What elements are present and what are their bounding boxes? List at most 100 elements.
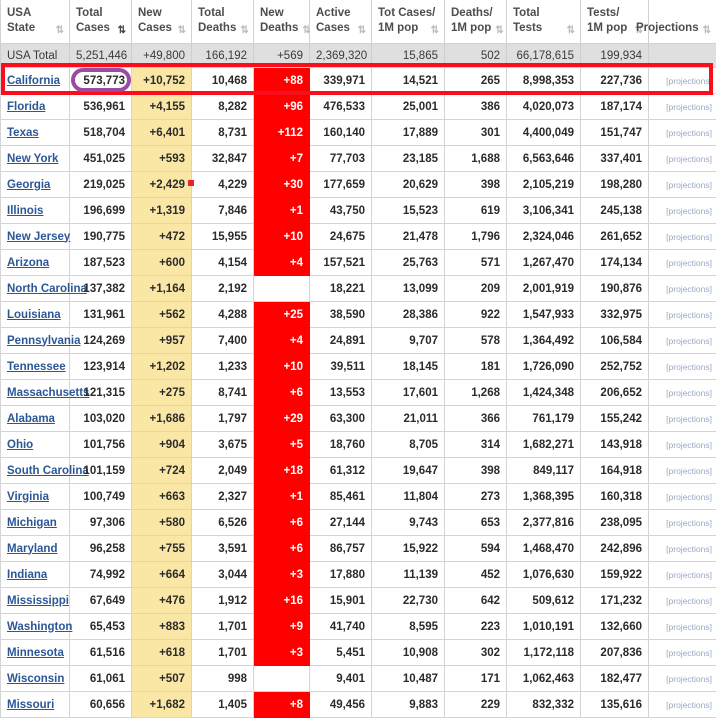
projections-link[interactable]: [projections]	[666, 388, 712, 398]
projections-link[interactable]: [projections]	[666, 154, 712, 164]
projections-link[interactable]: [projections]	[666, 180, 712, 190]
cell-totcases: 60,656	[70, 692, 132, 718]
sort-both-icon[interactable]: ⇅	[240, 25, 247, 36]
cell-projections: [projections]	[649, 198, 716, 224]
column-header-totcases[interactable]: TotalCases⇅	[70, 0, 132, 44]
column-header-line2: State	[7, 21, 35, 36]
state-link[interactable]: Maryland	[7, 543, 58, 555]
cell-totdeaths: 1,701	[192, 614, 254, 640]
state-link[interactable]: Ohio	[7, 439, 33, 451]
cell-projections: [projections]	[649, 406, 716, 432]
state-link[interactable]: Alabama	[7, 413, 55, 425]
cell-deaths1m: 452	[445, 562, 507, 588]
projections-link[interactable]: [projections]	[666, 310, 712, 320]
state-link[interactable]: South Carolina	[7, 465, 89, 477]
cell-newcases: +472	[132, 224, 192, 250]
cell-tests1m: 171,232	[581, 588, 649, 614]
state-link[interactable]: Missouri	[7, 699, 54, 711]
state-link[interactable]: New York	[7, 153, 58, 165]
cell-cases1m: 10,908	[372, 640, 445, 666]
sort-both-icon[interactable]: ⇅	[358, 25, 365, 36]
cell-totcases: 67,649	[70, 588, 132, 614]
cell-active: 41,740	[310, 614, 372, 640]
projections-link[interactable]: [projections]	[666, 700, 712, 710]
column-header-line1: Total	[76, 6, 125, 21]
cell-cases1m: 15,922	[372, 536, 445, 562]
column-header-newcases[interactable]: NewCases⇅	[132, 0, 192, 44]
state-link[interactable]: Tennessee	[7, 361, 66, 373]
state-link[interactable]: Washington	[7, 621, 72, 633]
projections-link[interactable]: [projections]	[666, 466, 712, 476]
projections-link[interactable]: [projections]	[666, 362, 712, 372]
sort-both-icon[interactable]: ⇅	[178, 25, 185, 36]
state-link[interactable]: Minnesota	[7, 647, 64, 659]
cell-tottests: 66,178,615	[507, 44, 581, 68]
projections-link[interactable]: [projections]	[666, 674, 712, 684]
state-link[interactable]: Illinois	[7, 205, 43, 217]
table-row: Missouri60,656+1,6821,405+849,4569,88322…	[1, 692, 716, 718]
column-header-active[interactable]: ActiveCases⇅	[310, 0, 372, 44]
state-link[interactable]: Mississippi	[7, 595, 69, 607]
cell-tests1m: 106,584	[581, 328, 649, 354]
cell-totcases: 101,756	[70, 432, 132, 458]
cell-cases1m: 17,601	[372, 380, 445, 406]
cell-cases1m: 9,883	[372, 692, 445, 718]
cell-tottests: 1,682,271	[507, 432, 581, 458]
projections-link[interactable]: [projections]	[666, 648, 712, 658]
state-link[interactable]: Pennsylvania	[7, 335, 81, 347]
state-link[interactable]: Florida	[7, 101, 45, 113]
column-header-tottests[interactable]: TotalTests⇅	[507, 0, 581, 44]
column-header-totdeaths[interactable]: TotalDeaths⇅	[192, 0, 254, 44]
cell-active: 24,891	[310, 328, 372, 354]
column-header-proj[interactable]: Projections⇅	[649, 0, 716, 44]
projections-link[interactable]: [projections]	[666, 258, 712, 268]
cell-cases1m: 14,521	[372, 68, 445, 94]
sort-both-icon[interactable]: ⇅	[567, 25, 574, 36]
projections-link[interactable]: [projections]	[666, 518, 712, 528]
projections-link[interactable]: [projections]	[666, 622, 712, 632]
state-link[interactable]: Georgia	[7, 179, 50, 191]
sort-both-icon[interactable]: ⇅	[56, 25, 63, 36]
column-header-state[interactable]: USAState⇅	[1, 0, 70, 44]
state-link[interactable]: Wisconsin	[7, 673, 64, 685]
projections-link[interactable]: [projections]	[666, 414, 712, 424]
cell-state: Virginia	[1, 484, 70, 510]
state-link[interactable]: Louisiana	[7, 309, 61, 321]
state-link[interactable]: Texas	[7, 127, 39, 139]
projections-link[interactable]: [projections]	[666, 336, 712, 346]
projections-link[interactable]: [projections]	[666, 570, 712, 580]
sort-desc-icon[interactable]: ⇅	[118, 25, 125, 36]
projections-link[interactable]: [projections]	[666, 76, 712, 86]
projections-link[interactable]: [projections]	[666, 128, 712, 138]
sort-both-icon[interactable]: ⇅	[495, 25, 502, 36]
sort-both-icon[interactable]: ⇅	[431, 25, 438, 36]
projections-link[interactable]: [projections]	[666, 206, 712, 216]
cell-tests1m: 245,138	[581, 198, 649, 224]
state-link[interactable]: New Jersey	[7, 231, 70, 243]
sort-both-icon[interactable]: ⇅	[703, 25, 710, 36]
projections-link[interactable]: [projections]	[666, 102, 712, 112]
projections-link[interactable]: [projections]	[666, 544, 712, 554]
state-link[interactable]: Indiana	[7, 569, 47, 581]
state-link[interactable]: North Carolina	[7, 283, 87, 295]
cell-state: Louisiana	[1, 302, 70, 328]
projections-link[interactable]: [projections]	[666, 596, 712, 606]
state-link[interactable]: Massachusetts	[7, 387, 89, 399]
cell-active: 15,901	[310, 588, 372, 614]
column-header-deaths1m[interactable]: Deaths/1M pop⇅	[445, 0, 507, 44]
cell-projections: [projections]	[649, 276, 716, 302]
cell-totdeaths: 4,229	[192, 172, 254, 198]
cell-totdeaths: 1,405	[192, 692, 254, 718]
state-link[interactable]: Michigan	[7, 517, 57, 529]
cell-state: California	[1, 68, 70, 94]
state-link[interactable]: California	[7, 75, 60, 87]
projections-link[interactable]: [projections]	[666, 284, 712, 294]
projections-link[interactable]: [projections]	[666, 232, 712, 242]
state-link[interactable]: Arizona	[7, 257, 49, 269]
column-header-newdeaths[interactable]: NewDeaths⇅	[254, 0, 310, 44]
projections-link[interactable]: [projections]	[666, 492, 712, 502]
state-link[interactable]: Virginia	[7, 491, 49, 503]
column-header-cases1m[interactable]: Tot Cases/1M pop⇅	[372, 0, 445, 44]
projections-link[interactable]: [projections]	[666, 440, 712, 450]
cell-active: 27,144	[310, 510, 372, 536]
